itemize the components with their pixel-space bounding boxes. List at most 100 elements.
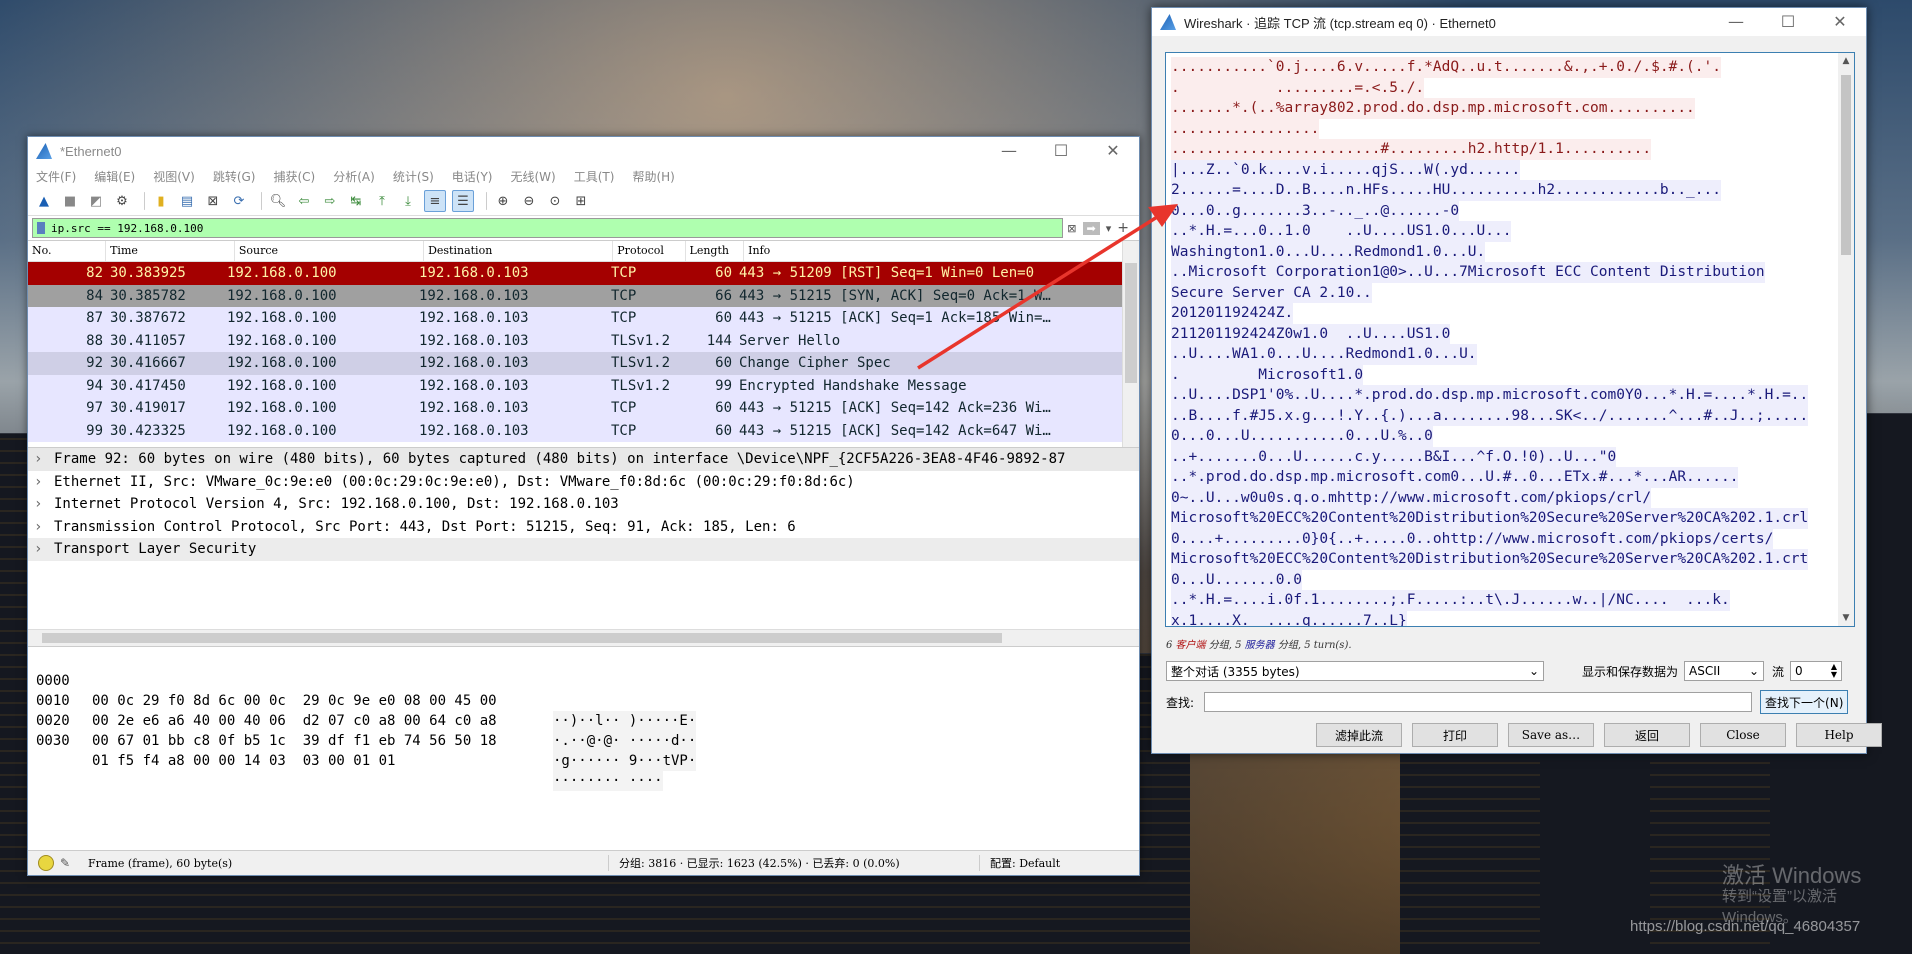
minimize-button[interactable]: — bbox=[983, 137, 1035, 165]
expert-info-led-icon[interactable] bbox=[38, 855, 54, 871]
packet-row[interactable]: 88 30.411057 192.168.0.100 192.168.0.103… bbox=[28, 329, 1139, 352]
stream-titlebar[interactable]: Wireshark · 追踪 TCP 流 (tcp.stream eq 0) ·… bbox=[1152, 8, 1866, 36]
expand-arrow-icon[interactable]: › bbox=[34, 516, 54, 539]
menu-analyze[interactable]: 分析(A) bbox=[333, 168, 375, 185]
scroll-down-icon[interactable]: ▼ bbox=[1838, 610, 1854, 626]
spin-arrows-icon[interactable]: ▲ ▼ bbox=[1831, 663, 1837, 679]
byte-row[interactable]: 0010 00 2e e6 a6 40 00 40 06 d2 07 c0 a8… bbox=[28, 671, 697, 751]
zoom-normal-icon[interactable]: ⊙ bbox=[545, 191, 565, 211]
filter-out-stream-button[interactable]: 滤掉此流 bbox=[1316, 723, 1402, 747]
bookmark-icon[interactable] bbox=[37, 222, 45, 234]
detail-ethernet-row[interactable]: › Ethernet II, Src: VMware_0c:9e:e0 (00:0… bbox=[28, 471, 1139, 494]
column-header-no[interactable]: No. bbox=[28, 241, 107, 261]
colorize-icon[interactable]: ☰ bbox=[452, 190, 474, 212]
close-button[interactable]: ✕ bbox=[1814, 8, 1866, 36]
conversation-select[interactable]: 整个对话 (3355 bytes) ⌄ bbox=[1166, 661, 1544, 681]
menu-help[interactable]: 帮助(H) bbox=[632, 168, 674, 185]
detail-ipv4-row[interactable]: › Internet Protocol Version 4, Src: 192.1… bbox=[28, 493, 1139, 516]
packet-destination: 192.168.0.103 bbox=[419, 332, 529, 349]
stream-content-box[interactable]: ...........`0.j....6.v.....f.*AdQ..u.t..… bbox=[1165, 52, 1855, 627]
close-button[interactable]: ✕ bbox=[1087, 137, 1139, 165]
options-gear-icon[interactable]: ⚙ bbox=[112, 191, 132, 211]
forward-arrow-icon[interactable]: ⇨ bbox=[320, 191, 340, 211]
byte-row[interactable]: 0030 01 f5 f4 a8 00 00 14 03 03 00 01 01… bbox=[28, 711, 663, 791]
column-header-length[interactable]: Length bbox=[686, 241, 745, 261]
stream-scrollbar[interactable]: ▲ ▼ bbox=[1838, 53, 1854, 626]
details-hscrollbar[interactable] bbox=[28, 629, 1139, 646]
menu-telephony[interactable]: 电话(Y) bbox=[452, 168, 493, 185]
menu-edit[interactable]: 编辑(E) bbox=[94, 168, 135, 185]
byte-hex: 01 f5 f4 a8 00 00 14 03 03 00 01 01 bbox=[92, 753, 396, 769]
scroll-up-icon[interactable]: ▲ bbox=[1838, 53, 1854, 69]
zoom-in-icon[interactable]: ⊕ bbox=[493, 191, 513, 211]
maximize-button[interactable]: ☐ bbox=[1762, 8, 1814, 36]
zoom-out-icon[interactable]: ⊖ bbox=[519, 191, 539, 211]
status-profile[interactable]: 配置: Default bbox=[979, 855, 1060, 871]
scrollbar-thumb[interactable] bbox=[42, 633, 1002, 643]
save-as-button[interactable]: Save as… bbox=[1508, 723, 1594, 747]
packet-row[interactable]: 94 30.417450 192.168.0.100 192.168.0.103… bbox=[28, 374, 1139, 397]
add-filter-button[interactable]: + bbox=[1117, 220, 1129, 236]
packet-row[interactable]: 99 30.423325 192.168.0.100 192.168.0.103… bbox=[28, 419, 1139, 442]
detail-tls-row[interactable]: › Transport Layer Security bbox=[28, 538, 1139, 561]
first-packet-icon[interactable]: ⤒ bbox=[372, 191, 392, 211]
menu-file[interactable]: 文件(F) bbox=[36, 168, 76, 185]
last-packet-icon[interactable]: ⤓ bbox=[398, 191, 418, 211]
main-titlebar[interactable]: *Ethernet0 — ☐ ✕ bbox=[28, 137, 1139, 165]
apply-filter-icon[interactable]: ➡ bbox=[1082, 221, 1100, 235]
menu-go[interactable]: 跳转(G) bbox=[213, 168, 256, 185]
open-folder-icon[interactable]: ▮ bbox=[151, 191, 171, 211]
column-header-protocol[interactable]: Protocol bbox=[613, 241, 686, 261]
packet-list-scrollbar[interactable] bbox=[1122, 241, 1139, 447]
column-header-time[interactable]: Time bbox=[106, 241, 235, 261]
find-next-button[interactable]: 查找下一个(N) bbox=[1760, 690, 1849, 714]
column-header-source[interactable]: Source bbox=[235, 241, 425, 261]
shark-fin-start-icon[interactable]: ▲ bbox=[34, 191, 54, 211]
menu-tools[interactable]: 工具(T) bbox=[574, 168, 615, 185]
menu-statistics[interactable]: 统计(S) bbox=[393, 168, 434, 185]
byte-row[interactable]: 0020 00 67 01 bb c8 0f b5 1c 39 df f1 eb… bbox=[28, 691, 697, 771]
menu-view[interactable]: 视图(V) bbox=[153, 168, 195, 185]
column-header-destination[interactable]: Destination bbox=[424, 241, 614, 261]
back-arrow-icon[interactable]: ⇦ bbox=[294, 191, 314, 211]
edit-comment-icon[interactable]: ✎ bbox=[60, 856, 74, 870]
find-icon[interactable]: 🔍︎ bbox=[268, 191, 288, 211]
packet-row[interactable]: 87 30.387672 192.168.0.100 192.168.0.103… bbox=[28, 307, 1139, 330]
packet-row[interactable]: 97 30.419017 192.168.0.100 192.168.0.103… bbox=[28, 397, 1139, 420]
byte-row[interactable]: 0000 00 0c 29 f0 8d 6c 00 0c 29 0c 9e e0… bbox=[28, 651, 697, 731]
show-as-select[interactable]: ASCII ⌄ bbox=[1684, 661, 1765, 681]
resize-columns-icon[interactable]: ⊞ bbox=[571, 191, 591, 211]
detail-frame-row[interactable]: › Frame 92: 60 bytes on wire (480 bits), … bbox=[28, 448, 1139, 471]
detail-tcp-row[interactable]: › Transmission Control Protocol, Src Port… bbox=[28, 516, 1139, 539]
close-file-icon[interactable]: ⊠ bbox=[203, 191, 223, 211]
expand-arrow-icon[interactable]: › bbox=[34, 471, 54, 494]
maximize-button[interactable]: ☐ bbox=[1035, 137, 1087, 165]
expand-arrow-icon[interactable]: › bbox=[34, 448, 54, 471]
reload-icon[interactable]: ⟳ bbox=[229, 191, 249, 211]
restart-icon[interactable]: ◩ bbox=[86, 191, 106, 211]
goto-packet-icon[interactable]: ↹ bbox=[346, 191, 366, 211]
back-button[interactable]: 返回 bbox=[1604, 723, 1690, 747]
filter-dropdown-icon[interactable]: ▾ bbox=[1106, 222, 1112, 235]
menu-capture[interactable]: 捕获(C) bbox=[273, 168, 315, 185]
packet-row[interactable]: 84 30.385782 192.168.0.100 192.168.0.103… bbox=[28, 284, 1139, 307]
expand-arrow-icon[interactable]: › bbox=[34, 538, 54, 561]
stop-icon[interactable]: ■ bbox=[60, 191, 80, 211]
menu-wireless[interactable]: 无线(W) bbox=[511, 168, 556, 185]
minimize-button[interactable]: — bbox=[1710, 8, 1762, 36]
find-input[interactable] bbox=[1204, 692, 1753, 712]
stream-number-spinbox[interactable]: 0 ▲ ▼ bbox=[1790, 661, 1843, 681]
clear-filter-icon[interactable]: ⊠ bbox=[1067, 222, 1076, 235]
scrollbar-thumb[interactable] bbox=[1125, 263, 1137, 383]
packet-row[interactable]: 82 30.383925 192.168.0.100 192.168.0.103… bbox=[28, 262, 1139, 285]
column-header-info[interactable]: Info bbox=[744, 241, 1139, 261]
display-filter-input[interactable]: ip.src == 192.168.0.100 bbox=[32, 218, 1064, 238]
save-file-icon[interactable]: ▤ bbox=[177, 191, 197, 211]
packet-row-selected[interactable]: 92 30.416667 192.168.0.100 192.168.0.103… bbox=[28, 352, 1139, 375]
close-stream-button[interactable]: Close bbox=[1700, 723, 1786, 747]
autoscroll-icon[interactable]: ≡ bbox=[424, 190, 446, 212]
scrollbar-thumb[interactable] bbox=[1841, 75, 1851, 255]
print-button[interactable]: 打印 bbox=[1412, 723, 1498, 747]
expand-arrow-icon[interactable]: › bbox=[34, 493, 54, 516]
help-button[interactable]: Help bbox=[1796, 723, 1882, 747]
